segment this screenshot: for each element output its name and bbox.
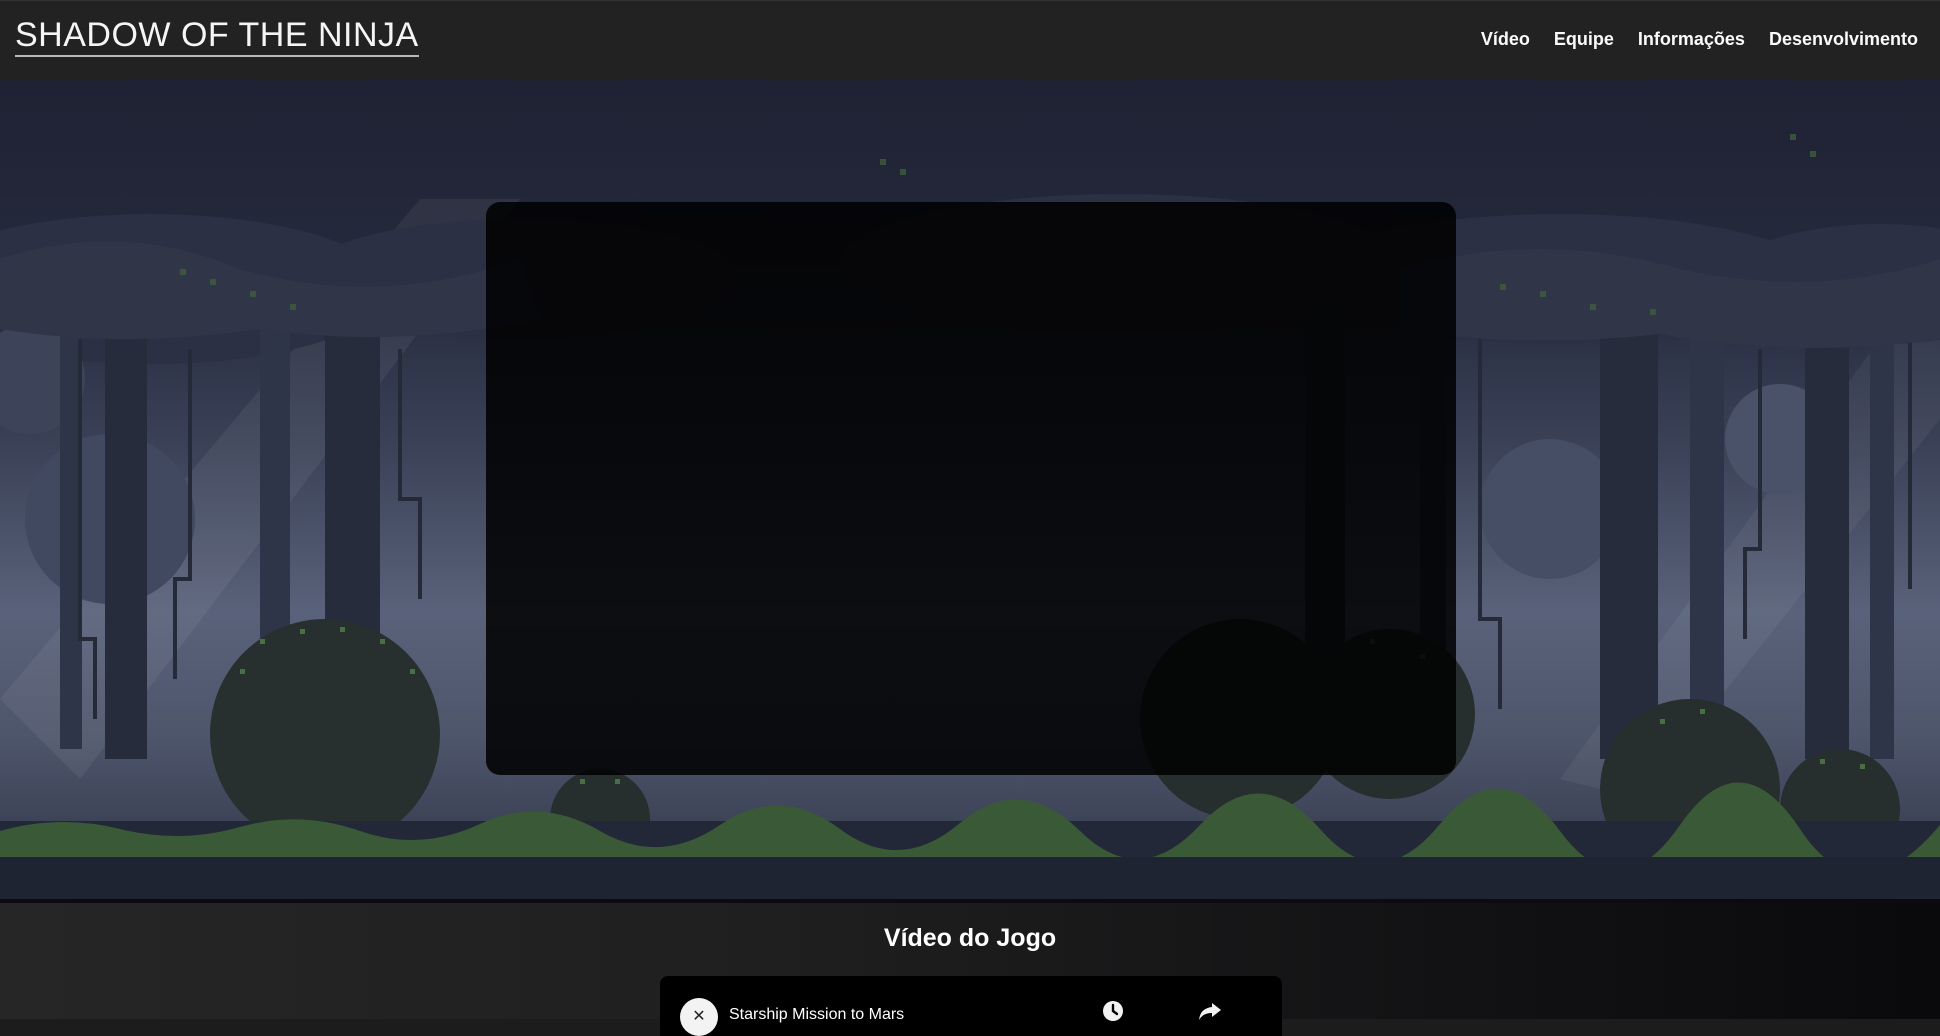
- nav-link-desenvolvimento[interactable]: Desenvolvimento: [1769, 29, 1918, 50]
- x-logo-icon[interactable]: ✕: [680, 998, 718, 1036]
- video-section: Vídeo do Jogo ✕ Starship Mission to Mars: [0, 903, 1940, 1036]
- section-title: Vídeo do Jogo: [883, 924, 1057, 952]
- clock-icon[interactable]: [1100, 998, 1126, 1024]
- nav-menu: Vídeo Equipe Informações Desenvolvimento: [1481, 29, 1918, 50]
- site-title[interactable]: SHADOW OF THE NINJA: [15, 16, 419, 58]
- share-icon[interactable]: [1197, 998, 1223, 1024]
- hero-overlay-panel: [486, 202, 1456, 775]
- nav-link-video[interactable]: Vídeo: [1481, 29, 1530, 50]
- navbar: SHADOW OF THE NINJA Vídeo Equipe Informa…: [0, 0, 1940, 79]
- nav-link-informacoes[interactable]: Informações: [1638, 29, 1745, 50]
- video-player[interactable]: ✕ Starship Mission to Mars: [660, 976, 1282, 1036]
- nav-link-equipe[interactable]: Equipe: [1554, 29, 1614, 50]
- hero-banner: [0, 79, 1940, 899]
- video-title[interactable]: Starship Mission to Mars: [729, 1006, 904, 1024]
